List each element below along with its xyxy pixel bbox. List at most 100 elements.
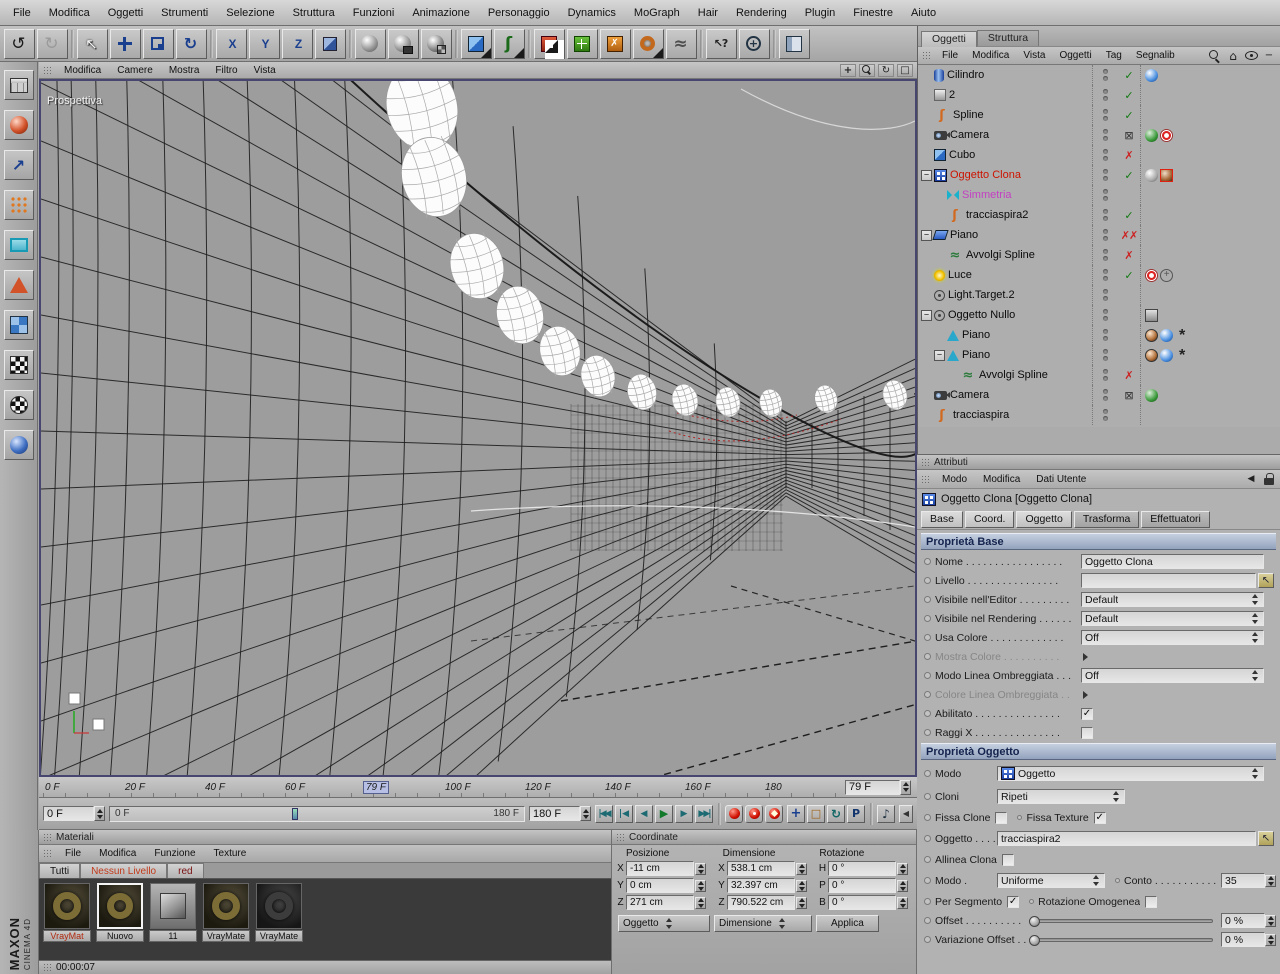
search-icon[interactable] (1208, 49, 1222, 62)
dimension-spinner[interactable] (796, 896, 807, 909)
slider-knob[interactable] (1029, 934, 1040, 946)
tag-icon[interactable] (1160, 168, 1173, 182)
attribute-tab[interactable]: Coord. (964, 510, 1015, 528)
menu-item[interactable]: Rendering (727, 1, 796, 25)
rotation-field[interactable]: 0 ° (828, 895, 896, 910)
object-tree-row[interactable]: Oggetto Nullo (918, 305, 1280, 325)
tag-icon[interactable] (1145, 128, 1158, 142)
mograph-fracture-button[interactable] (600, 28, 631, 59)
visibility-dots[interactable] (1092, 345, 1118, 365)
object-label[interactable]: Camera (950, 389, 1092, 401)
menu-item[interactable]: Plugin (796, 1, 845, 25)
snap-settings-button[interactable] (739, 28, 770, 59)
scale-tool-button[interactable] (143, 28, 174, 59)
visibility-dots[interactable] (1092, 185, 1118, 205)
visibility-dots[interactable] (1092, 205, 1118, 225)
conto-field[interactable]: 35 (1221, 873, 1265, 888)
enable-state[interactable] (1118, 265, 1140, 285)
object-menu-item[interactable]: Oggetti (1052, 50, 1098, 61)
lock-z-axis-button[interactable]: Z (282, 28, 313, 59)
enable-state[interactable] (1118, 185, 1140, 205)
spline-wrap-button[interactable] (666, 28, 697, 59)
rotation-field[interactable]: 0 ° (828, 861, 896, 876)
layer-tab[interactable]: Tutti (39, 863, 81, 878)
tag-icon[interactable] (1145, 268, 1158, 282)
attribute-tab[interactable]: Trasforma (1073, 510, 1140, 528)
keyframe-dot[interactable] (1029, 899, 1035, 904)
visibility-dots[interactable] (1092, 405, 1118, 425)
attributes-menu-item[interactable]: Modo (934, 474, 975, 485)
enable-state[interactable] (1118, 365, 1140, 385)
manager-tab[interactable]: Struttura (976, 30, 1040, 46)
enable-state[interactable] (1118, 405, 1140, 425)
section-header-object[interactable]: Proprietà Oggetto (921, 743, 1276, 760)
enable-state[interactable] (1118, 125, 1140, 145)
help-pointer-button[interactable] (706, 28, 737, 59)
object-tree-row[interactable]: Camera (918, 125, 1280, 145)
model-mode-button[interactable] (3, 110, 34, 140)
menu-item[interactable]: MoGraph (625, 1, 689, 25)
frame-range-slider[interactable]: 0 F 180 F (109, 805, 525, 822)
object-tree-row[interactable]: Luce (918, 265, 1280, 285)
mograph-cloner-button[interactable] (534, 28, 565, 59)
material-thumbnail[interactable] (44, 883, 90, 929)
tag-icon[interactable] (1160, 328, 1173, 342)
range-end-value[interactable]: 180 F (529, 806, 580, 821)
viewport-menu-item[interactable]: Modifica (56, 65, 109, 76)
dimension-field[interactable]: 32.397 cm (727, 878, 795, 893)
offset-slider[interactable] (1029, 915, 1213, 927)
rotation-spinner[interactable] (897, 862, 908, 875)
keyframe-dot[interactable] (1115, 878, 1120, 883)
expand-toggle[interactable] (921, 110, 932, 121)
menu-item[interactable]: Personaggio (479, 1, 559, 25)
goto-end-button[interactable] (695, 804, 713, 823)
object-menu-item[interactable]: File (935, 50, 965, 61)
next-frame-button[interactable] (675, 804, 693, 823)
object-label[interactable]: Spline (953, 109, 1092, 121)
position-spinner[interactable] (695, 896, 706, 909)
current-frame-marker[interactable] (292, 807, 299, 820)
eye-icon[interactable] (1244, 49, 1258, 62)
expand-toggle[interactable] (921, 90, 932, 101)
enable-state[interactable] (1118, 85, 1140, 105)
render-view-button[interactable] (355, 28, 386, 59)
record-keyframe-button[interactable] (725, 804, 743, 823)
viewport-perspective[interactable]: Prospettiva (39, 79, 917, 777)
enable-state[interactable] (1118, 205, 1140, 225)
current-frame-field[interactable]: 79 F (845, 779, 911, 795)
layer-tab[interactable]: red (167, 863, 204, 878)
play-button[interactable] (655, 804, 673, 823)
rotation-field[interactable]: 0 ° (828, 878, 896, 893)
lock-y-axis-button[interactable]: Y (249, 28, 280, 59)
layer-tab[interactable]: Nessun Livello (80, 863, 168, 878)
expand-toggle[interactable] (921, 150, 932, 161)
variazione-offset-spinner[interactable] (1265, 933, 1276, 946)
viewport-camera-label[interactable]: Prospettiva (47, 95, 102, 107)
object-menu-item[interactable]: Modifica (965, 50, 1016, 61)
dimension-spinner[interactable] (796, 879, 807, 892)
object-label[interactable]: Avvolgi Spline (966, 249, 1092, 261)
object-menu-item[interactable]: Vista (1016, 50, 1052, 61)
tag-icon[interactable] (1175, 349, 1188, 362)
rotate-tool-button[interactable] (176, 28, 207, 59)
expand-toggle[interactable] (934, 250, 945, 261)
variazione-offset-field[interactable]: 0 % (1221, 932, 1265, 947)
menu-item[interactable]: Selezione (217, 1, 283, 25)
point-mode-button[interactable] (3, 190, 34, 220)
usa-colore-select[interactable]: Off (1081, 630, 1264, 645)
viewport-menu-item[interactable]: Vista (246, 65, 284, 76)
visibility-dots[interactable] (1092, 365, 1118, 385)
menu-item[interactable]: Dynamics (559, 1, 625, 25)
enable-state[interactable] (1118, 105, 1140, 125)
materials-menu-item[interactable]: Modifica (90, 848, 145, 859)
select-tool-button[interactable] (77, 28, 108, 59)
autokey-button[interactable] (745, 804, 763, 823)
enable-state[interactable] (1118, 305, 1140, 325)
visibility-dots[interactable] (1092, 285, 1118, 305)
material-thumbnail[interactable] (150, 883, 196, 929)
material-thumbnail[interactable] (97, 883, 143, 929)
offset-spinner[interactable] (1265, 914, 1276, 927)
lock-icon[interactable] (1264, 473, 1274, 485)
modo-select[interactable]: Oggetto (997, 766, 1264, 781)
size-mode-select[interactable]: Dimensione (714, 915, 812, 932)
